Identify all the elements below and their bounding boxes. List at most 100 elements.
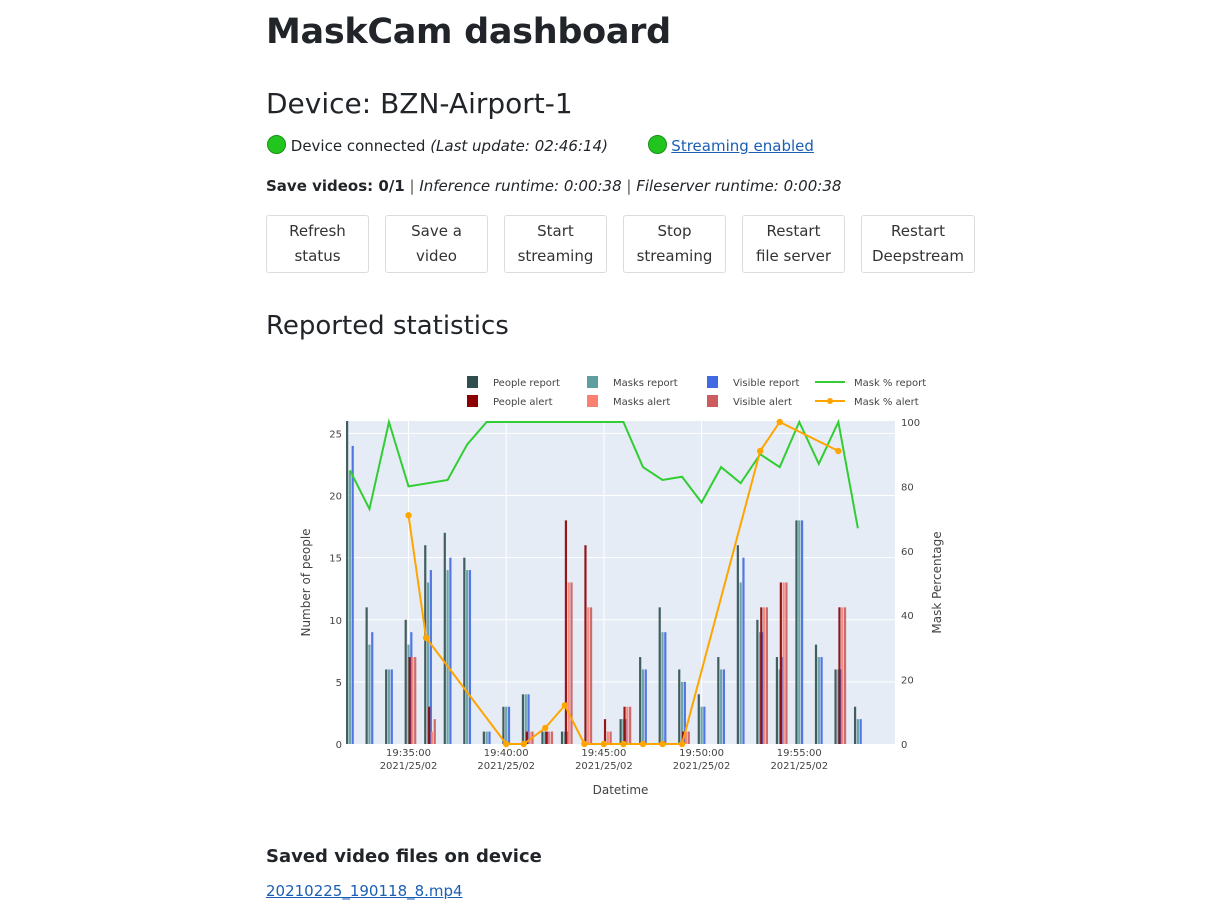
button-label-line1: Restart bbox=[766, 222, 821, 240]
alert-bar-people bbox=[603, 719, 607, 744]
legend-swatch bbox=[467, 376, 478, 388]
restart-deepstream-button[interactable]: Restart Deepstream bbox=[861, 215, 975, 273]
alert-bar-visible bbox=[414, 657, 417, 744]
device-status-row: Device connected (Last update: 02:46:14)… bbox=[267, 135, 814, 155]
mask-pct-alert-point bbox=[678, 740, 686, 748]
report-bar-people bbox=[639, 657, 642, 744]
alert-bar-masks bbox=[587, 607, 590, 744]
y2-tick-label: 100 bbox=[901, 418, 920, 429]
button-label-line1: Refresh bbox=[289, 222, 346, 240]
x-tick-label: 19:50:00 bbox=[679, 748, 724, 759]
y2-tick-label: 0 bbox=[901, 740, 907, 751]
mask-pct-alert-point bbox=[620, 740, 627, 748]
report-bar-people bbox=[834, 669, 837, 744]
alert-bar-visible bbox=[550, 731, 554, 744]
y2-tick-label: 20 bbox=[901, 676, 914, 687]
alert-bar-visible bbox=[629, 706, 632, 744]
alert-bar-people bbox=[584, 545, 587, 744]
report-bar-people bbox=[443, 532, 446, 744]
report-bar-visible bbox=[800, 520, 804, 744]
y-tick-label: 20 bbox=[329, 492, 342, 503]
report-bar-masks bbox=[817, 657, 820, 744]
device-connected-text: Device connected bbox=[290, 137, 426, 155]
alert-bar-people bbox=[760, 607, 763, 744]
report-bar-visible bbox=[507, 706, 511, 744]
refresh-status-button[interactable]: Refresh status bbox=[266, 215, 369, 273]
mask-pct-alert-point bbox=[542, 724, 549, 732]
alert-bar-masks bbox=[606, 731, 609, 744]
report-bar-people bbox=[541, 731, 544, 744]
report-bar-visible bbox=[859, 719, 862, 744]
report-bar-people bbox=[346, 421, 349, 744]
start-streaming-button[interactable]: Start streaming bbox=[504, 215, 607, 273]
legend-swatch bbox=[467, 395, 478, 407]
x-tick-label: 19:45:00 bbox=[581, 748, 626, 759]
y-tick-label: 15 bbox=[329, 554, 342, 565]
alert-bar-masks bbox=[782, 582, 785, 744]
y-axis-title: Number of people bbox=[299, 528, 313, 636]
report-bar-people bbox=[365, 607, 368, 744]
x-tick-label: 2021/25/02 bbox=[380, 761, 438, 772]
x-tick-label: 19:55:00 bbox=[777, 748, 822, 759]
alert-bar-visible bbox=[843, 607, 847, 744]
legend-label: Visible alert bbox=[733, 397, 792, 408]
alert-bar-visible bbox=[589, 607, 593, 744]
y-tick-label: 25 bbox=[329, 429, 342, 440]
connected-status-icon bbox=[267, 135, 286, 154]
report-bar-visible bbox=[371, 632, 374, 744]
device-heading: Device: BZN-Airport-1 bbox=[266, 87, 573, 120]
report-bar-visible bbox=[722, 669, 726, 744]
report-bar-people bbox=[482, 731, 485, 744]
saved-files-heading: Saved video files on device bbox=[266, 846, 542, 867]
video-file-link[interactable]: 20210225_190118_8.mp4 bbox=[266, 882, 463, 900]
report-bar-visible bbox=[664, 632, 667, 744]
report-bar-people bbox=[463, 557, 466, 744]
button-label-line2: streaming bbox=[517, 247, 594, 265]
alert-bar-masks bbox=[841, 607, 844, 744]
reported-statistics-heading: Reported statistics bbox=[266, 311, 509, 341]
button-label-line2: status bbox=[294, 247, 341, 265]
last-update-text: (Last update: 02:46:14) bbox=[430, 137, 608, 155]
report-bar-people bbox=[853, 706, 857, 744]
streaming-enabled-link[interactable]: Streaming enabled bbox=[671, 137, 814, 155]
report-bar-visible bbox=[449, 557, 452, 744]
alert-bar-visible bbox=[433, 719, 436, 744]
button-label-line2: Deepstream bbox=[871, 247, 965, 265]
report-bar-masks bbox=[368, 644, 371, 744]
button-label-line1: Stop bbox=[657, 222, 692, 240]
y2-tick-label: 80 bbox=[901, 482, 914, 493]
button-label-line1: Start bbox=[537, 222, 574, 240]
report-bar-visible bbox=[644, 669, 647, 744]
stop-streaming-button[interactable]: Stop streaming bbox=[623, 215, 726, 273]
report-bar-masks bbox=[661, 632, 664, 744]
alert-bar-masks bbox=[567, 582, 570, 744]
report-bar-visible bbox=[820, 657, 823, 744]
legend-label: Mask % alert bbox=[854, 397, 919, 408]
mask-pct-alert-point bbox=[520, 740, 527, 748]
alert-bar-masks bbox=[548, 731, 551, 744]
x-tick-label: 19:40:00 bbox=[484, 748, 529, 759]
report-bar-people bbox=[775, 657, 779, 744]
restart-file-server-button[interactable]: Restart file server bbox=[742, 215, 845, 273]
alert-bar-people bbox=[545, 731, 548, 744]
statistics-chart[interactable]: 0 5 10 15 20 25 0 20 40 60 80 100 19:35:00 2021/25/02… bbox=[290, 360, 960, 810]
report-bar-people bbox=[756, 619, 759, 744]
save-video-button[interactable]: Save a video bbox=[385, 215, 488, 273]
report-bar-people bbox=[404, 619, 407, 744]
report-bar-masks bbox=[739, 582, 742, 744]
report-bar-masks bbox=[641, 669, 645, 744]
fileserver-runtime-text: Fileserver runtime: 0:00:38 bbox=[636, 177, 842, 195]
report-bar-people bbox=[814, 644, 818, 744]
y-tick-label: 10 bbox=[329, 616, 342, 627]
button-label-line1: Save a bbox=[411, 222, 462, 240]
mask-pct-alert-point bbox=[561, 702, 569, 709]
x-axis-title: Datetime bbox=[593, 783, 649, 797]
streaming-status-icon bbox=[647, 135, 667, 154]
alert-bar-people bbox=[779, 582, 782, 744]
separator: | bbox=[621, 177, 637, 195]
legend-label: Mask % report bbox=[854, 378, 926, 389]
report-bar-masks bbox=[505, 706, 508, 744]
legend-label: People report bbox=[493, 378, 560, 389]
report-bar-masks bbox=[856, 719, 859, 744]
button-label-line2: file server bbox=[755, 247, 832, 265]
